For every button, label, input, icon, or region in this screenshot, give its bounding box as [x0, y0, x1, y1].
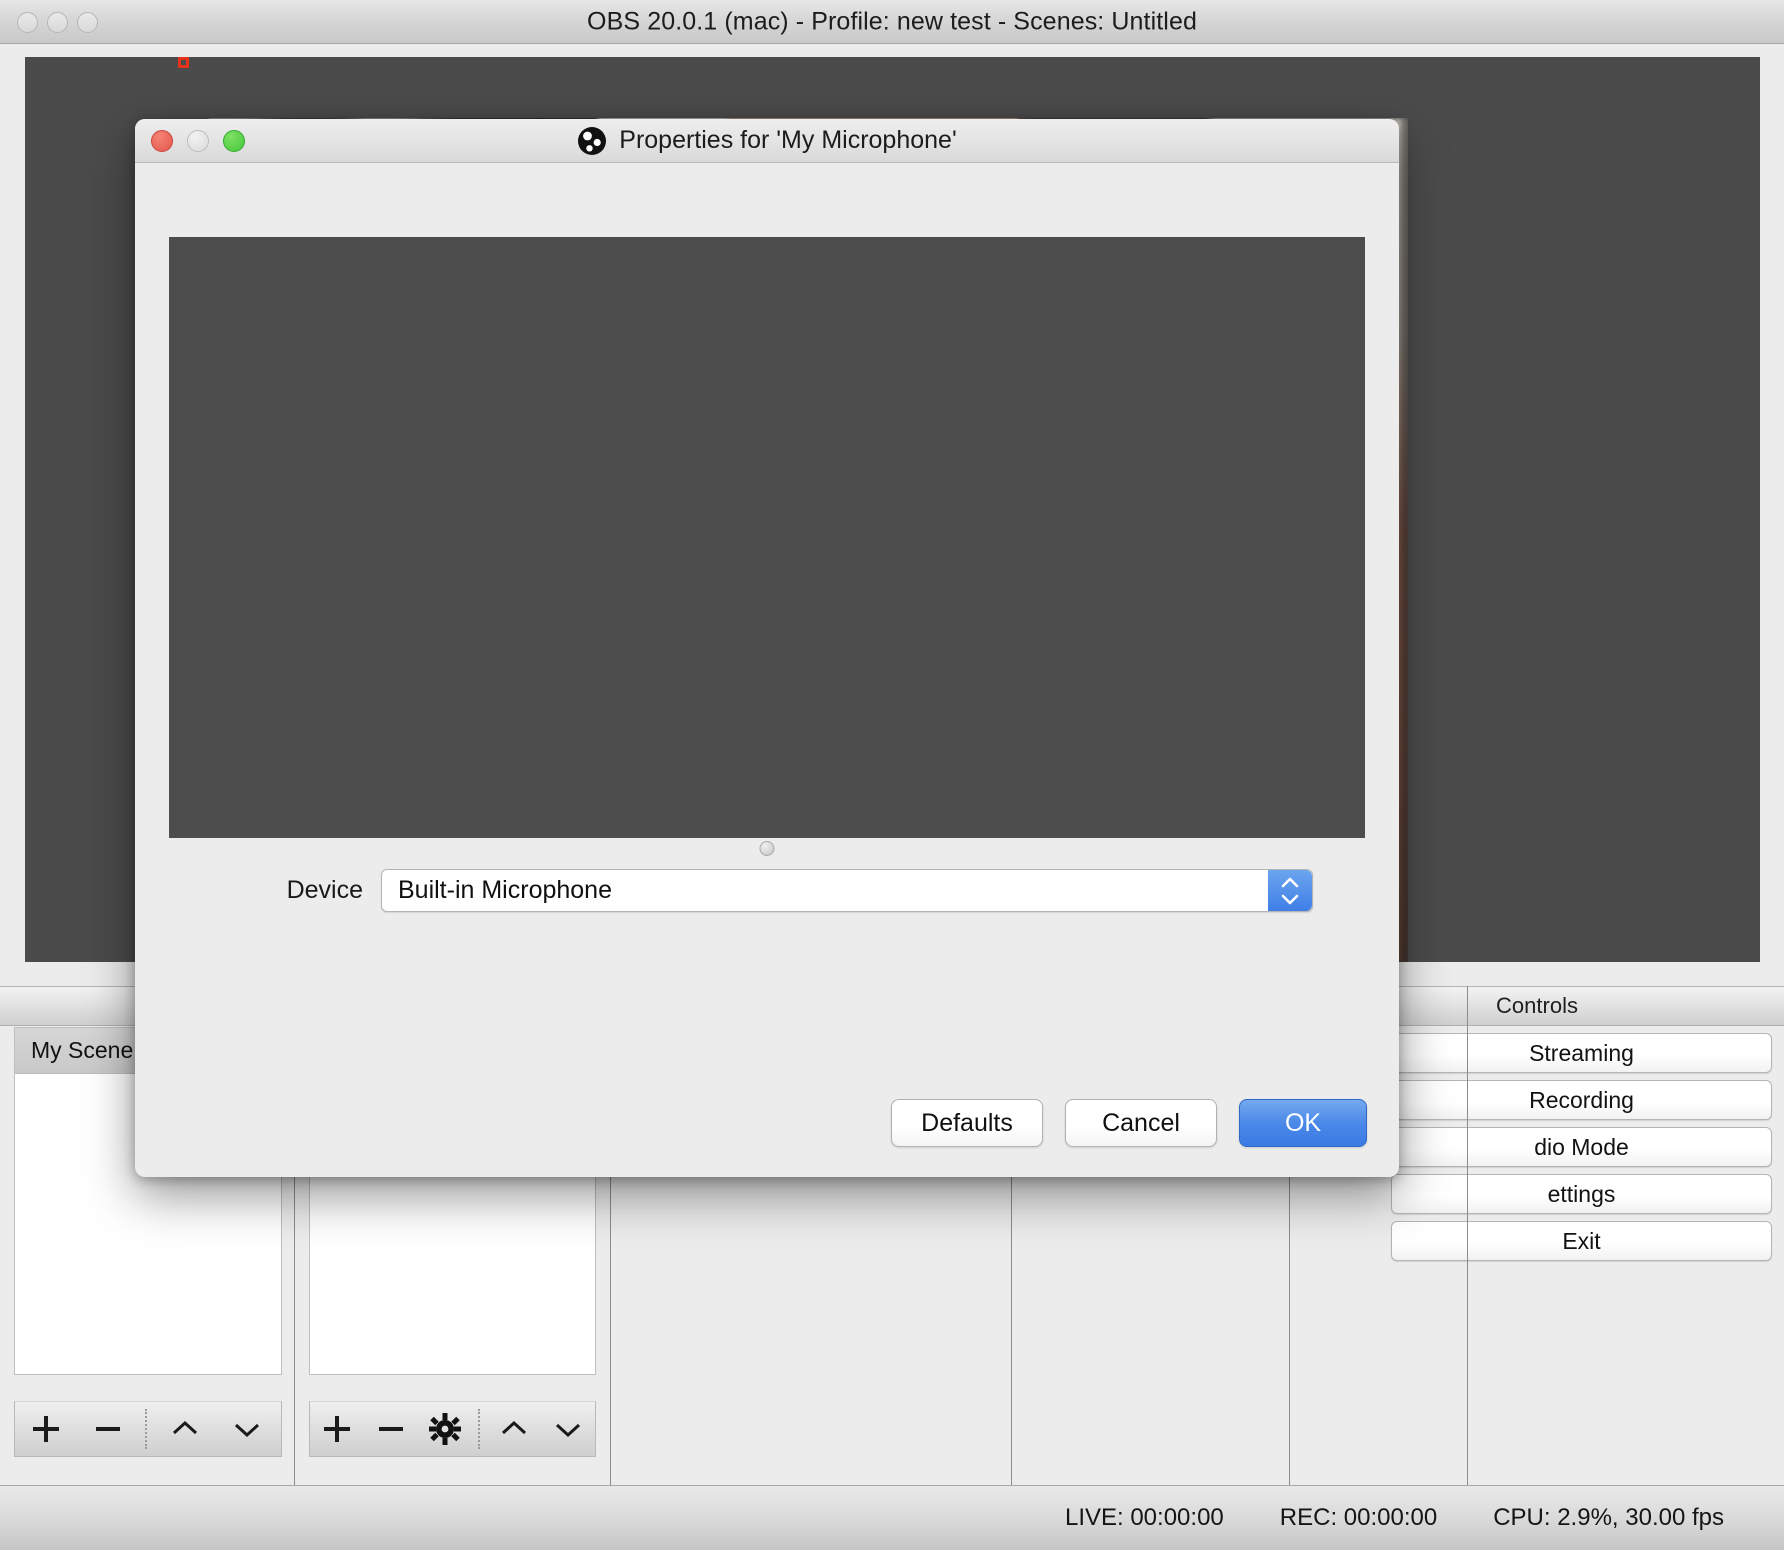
add-source-button[interactable] — [310, 1402, 364, 1456]
status-bar: LIVE: 00:00:00 REC: 00:00:00 CPU: 2.9%, … — [0, 1485, 1784, 1550]
device-stepper-icon[interactable] — [1268, 870, 1312, 911]
obs-logo-icon — [577, 126, 607, 156]
device-label: Device — [286, 876, 363, 904]
start-recording-button[interactable]: Recording — [1391, 1080, 1772, 1120]
toolbar-separator — [145, 1409, 148, 1449]
device-selected-value: Built-in Microphone — [398, 876, 612, 904]
device-select[interactable]: Built-in Microphone — [381, 869, 1313, 912]
live-time-status: LIVE: 00:00:00 — [1064, 1504, 1224, 1531]
start-streaming-button[interactable]: Streaming — [1391, 1033, 1772, 1073]
scenes-toolbar — [14, 1401, 282, 1457]
move-source-down-button[interactable] — [541, 1402, 595, 1456]
cancel-button[interactable]: Cancel — [1065, 1099, 1217, 1147]
ok-button[interactable]: OK — [1239, 1099, 1367, 1147]
dialog-title: Properties for 'My Microphone' — [619, 126, 957, 154]
move-source-up-button[interactable] — [487, 1402, 541, 1456]
source-preview — [169, 237, 1365, 838]
settings-button[interactable]: ettings — [1391, 1174, 1772, 1214]
add-scene-button[interactable] — [15, 1402, 77, 1456]
preview-splitter-handle[interactable] — [759, 841, 775, 856]
defaults-button[interactable]: Defaults — [891, 1099, 1043, 1147]
move-scene-down-button[interactable] — [216, 1402, 278, 1456]
sources-toolbar — [309, 1401, 596, 1457]
studio-mode-button[interactable]: dio Mode — [1391, 1127, 1772, 1167]
device-field-row: Device Built-in Microphone — [135, 869, 1399, 912]
main-window-titlebar: OBS 20.0.1 (mac) - Profile: new test - S… — [0, 0, 1784, 44]
move-scene-up-button[interactable] — [154, 1402, 216, 1456]
dialog-body: Device Built-in Microphone Defaults Canc… — [135, 163, 1399, 1177]
dialog-button-bar: Defaults Cancel OK — [891, 1099, 1367, 1147]
dialog-titlebar[interactable]: Properties for 'My Microphone' — [135, 119, 1399, 163]
cpu-fps-status: CPU: 2.9%, 30.00 fps — [1493, 1504, 1724, 1531]
remove-scene-button[interactable] — [77, 1402, 139, 1456]
toolbar-separator — [478, 1409, 481, 1449]
rec-time-status: REC: 00:00:00 — [1279, 1504, 1438, 1531]
main-window-title: OBS 20.0.1 (mac) - Profile: new test - S… — [587, 7, 1197, 35]
dock-divider[interactable] — [1467, 986, 1468, 1485]
remove-source-button[interactable] — [364, 1402, 418, 1456]
exit-button[interactable]: Exit — [1391, 1221, 1772, 1261]
obs-application-window: OBS 20.0.1 (mac) - Profile: new test - S… — [0, 0, 1784, 1550]
source-properties-gear-icon[interactable] — [418, 1402, 472, 1456]
properties-dialog: Properties for 'My Microphone' Device Bu… — [135, 119, 1399, 1177]
source-selection-handle[interactable] — [178, 57, 189, 68]
